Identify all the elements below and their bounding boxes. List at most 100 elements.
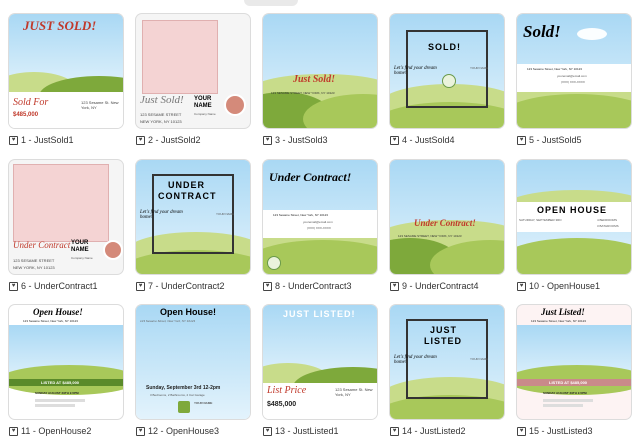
address: 123 Sesame St. New York, NY [335, 387, 373, 397]
template-card-justsold3[interactable]: Just Sold! 123 SESAME STREET, NEW YORK, … [263, 14, 377, 145]
address: 123 SESAME STREET, NEW YORK, NY 10123 [271, 91, 335, 95]
template-card-undercontract3[interactable]: Under Contract! 123 Sesame Street, New Y… [263, 160, 377, 291]
baths: 3 BATHROOMS [597, 224, 619, 228]
template-caption[interactable]: ♥ 4 - JustSold4 [390, 135, 530, 145]
template-card-justsold1[interactable]: JUST SOLD! Sold For $485,000 123 Sesame … [9, 14, 123, 145]
heart-icon[interactable]: ♥ [136, 426, 145, 436]
phone: (XXX) XXX-XXXX [307, 226, 331, 230]
template-card-undercontract2[interactable]: UNDER CONTRACT Let's find your dream hom… [136, 160, 250, 291]
template-caption[interactable]: ♥ 13 - JustListed1 [263, 426, 403, 436]
photo-circle [267, 256, 281, 270]
template-caption[interactable]: ♥ 8 - UnderContract3 [263, 281, 403, 291]
address: 123 Sesame St. New York, NY [81, 100, 119, 110]
template-thumbnail[interactable]: JUST LISTED! List Price $485,000 123 Ses… [263, 305, 377, 419]
heart-icon[interactable]: ♥ [136, 281, 145, 291]
headline: Under Contract! [269, 170, 352, 184]
template-caption[interactable]: ♥ 9 - UnderContract4 [390, 281, 530, 291]
template-caption[interactable]: ♥ 12 - OpenHouse3 [136, 426, 276, 436]
template-caption[interactable]: ♥ 3 - JustSold3 [263, 135, 403, 145]
template-caption[interactable]: ♥ 10 - OpenHouse1 [517, 281, 640, 291]
template-card-justlisted3[interactable]: Just Listed! 123 Sesame Street, New York… [517, 305, 631, 436]
name: YOUR NAME [216, 212, 235, 216]
template-thumbnail[interactable]: OPEN HOUSE SATURDAY, SEPTEMBER 3RD 4 BED… [517, 160, 631, 274]
template-card-undercontract4[interactable]: Under Contract! 123 SESAME STREET, NEW Y… [390, 160, 504, 291]
scroll-indicator [244, 0, 298, 6]
headline: Just Sold! [293, 74, 335, 85]
date: SUNDAY AUGUST 29TH 2-5PM [543, 391, 587, 395]
headline: JUST LISTED! [283, 309, 356, 319]
address-line: NEW YORK, NY 10123 [140, 119, 182, 124]
template-caption[interactable]: ♥ 14 - JustListed2 [390, 426, 530, 436]
template-thumbnail[interactable]: Open House! 123 Sesame Street, New York,… [136, 305, 250, 419]
template-thumbnail[interactable]: UNDER CONTRACT Let's find your dream hom… [136, 160, 250, 274]
heart-icon[interactable]: ♥ [9, 135, 18, 145]
photo-circle [442, 74, 456, 88]
template-card-justsold2[interactable]: Just Sold! 123 SESAME STREET NEW YORK, N… [136, 14, 250, 145]
name-line: NAME [71, 247, 89, 253]
address: 123 SESAME STREET, NEW YORK, NY 10123 [398, 234, 462, 238]
heart-icon[interactable]: ♥ [9, 281, 18, 291]
heart-icon[interactable]: ♥ [517, 281, 526, 291]
address: 123 Sesame Street, New York, NY 10123 [527, 67, 582, 71]
address: 123 Sesame Street, New York, NY 10123 [23, 319, 78, 323]
template-caption[interactable]: ♥ 7 - UnderContract2 [136, 281, 276, 291]
tagline: Let's find your dream home! [394, 66, 437, 76]
heart-icon[interactable]: ♥ [263, 426, 272, 436]
date: SUNDAY AUGUST 29TH 2-5PM [35, 391, 79, 395]
template-thumbnail[interactable]: Open House! 123 Sesame Street, New York,… [9, 305, 123, 419]
template-card-openhouse2[interactable]: Open House! 123 Sesame Street, New York,… [9, 305, 123, 436]
beds: 4 BEDROOMS [597, 218, 618, 222]
headline-line: LISTED [424, 336, 463, 346]
heart-icon[interactable]: ♥ [517, 135, 526, 145]
template-thumbnail[interactable]: Under Contract! 123 SESAME STREET, NEW Y… [390, 160, 504, 274]
date: Sunday, September 3rd 12-2pm [146, 385, 221, 391]
address: 123 Sesame Street, New York, NY 10123 [531, 319, 586, 323]
headline: Open House! [160, 307, 217, 317]
heart-icon[interactable]: ♥ [390, 135, 399, 145]
price-label: Sold For [13, 97, 49, 108]
template-card-justlisted2[interactable]: JUST LISTED Let's find your dream home! … [390, 305, 504, 436]
template-thumbnail[interactable]: SOLD! Let's find your dream home! YOUR N… [390, 14, 504, 128]
heart-icon[interactable]: ♥ [517, 426, 526, 436]
template-thumbnail[interactable]: Under Contract YOUR NAME Company Name 12… [9, 160, 123, 274]
email: youremail@email.com [557, 74, 587, 78]
email: youremail@email.com [303, 220, 333, 224]
heart-icon[interactable]: ♥ [136, 135, 145, 145]
template-card-justsold4[interactable]: SOLD! Let's find your dream home! YOUR N… [390, 14, 504, 145]
address: 123 Sesame Street, New York, NY 10123 [273, 213, 328, 217]
heart-icon[interactable]: ♥ [390, 281, 399, 291]
template-card-openhouse3[interactable]: Open House! 123 Sesame Street, New York,… [136, 305, 250, 436]
avatar [103, 240, 123, 260]
date: SATURDAY, SEPTEMBER 3RD [519, 218, 562, 222]
phone: (XXX) XXX-XXXX [561, 80, 585, 84]
template-card-undercontract1[interactable]: Under Contract YOUR NAME Company Name 12… [9, 160, 123, 291]
template-thumbnail[interactable]: Just Sold! 123 SESAME STREET, NEW YORK, … [263, 14, 377, 128]
template-card-openhouse1[interactable]: OPEN HOUSE SATURDAY, SEPTEMBER 3RD 4 BED… [517, 160, 631, 291]
heart-icon[interactable]: ♥ [9, 426, 18, 436]
template-thumbnail[interactable]: JUST LISTED Let's find your dream home! … [390, 305, 504, 419]
template-thumbnail[interactable]: JUST SOLD! Sold For $485,000 123 Sesame … [9, 14, 123, 128]
template-caption[interactable]: ♥ 6 - UnderContract1 [9, 281, 149, 291]
headline: Sold! [523, 22, 561, 41]
price: $485,000 [13, 112, 39, 118]
price-label: List Price [267, 385, 307, 396]
template-card-justlisted1[interactable]: JUST LISTED! List Price $485,000 123 Ses… [263, 305, 377, 436]
template-thumbnail[interactable]: Just Listed! 123 Sesame Street, New York… [517, 305, 631, 419]
template-thumbnail[interactable]: Under Contract! 123 Sesame Street, New Y… [263, 160, 377, 274]
template-caption[interactable]: ♥ 1 - JustSold1 [9, 135, 149, 145]
template-caption[interactable]: ♥ 15 - JustListed3 [517, 426, 640, 436]
heart-icon[interactable]: ♥ [263, 281, 272, 291]
company: Company Name [194, 112, 216, 116]
headline: OPEN HOUSE [537, 205, 608, 215]
heart-icon[interactable]: ♥ [390, 426, 399, 436]
template-thumbnail[interactable]: Just Sold! 123 SESAME STREET NEW YORK, N… [136, 14, 250, 128]
template-thumbnail[interactable]: Sold! 123 Sesame Street, New York, NY 10… [517, 14, 631, 128]
template-caption[interactable]: ♥ 2 - JustSold2 [136, 135, 276, 145]
name-line: NAME [194, 103, 212, 109]
template-card-justsold5[interactable]: Sold! 123 Sesame Street, New York, NY 10… [517, 14, 631, 145]
template-caption[interactable]: ♥ 5 - JustSold5 [517, 135, 640, 145]
template-caption[interactable]: ♥ 11 - OpenHouse2 [9, 426, 149, 436]
heart-icon[interactable]: ♥ [263, 135, 272, 145]
headline-line: JUST [430, 325, 458, 335]
avatar [224, 94, 246, 116]
